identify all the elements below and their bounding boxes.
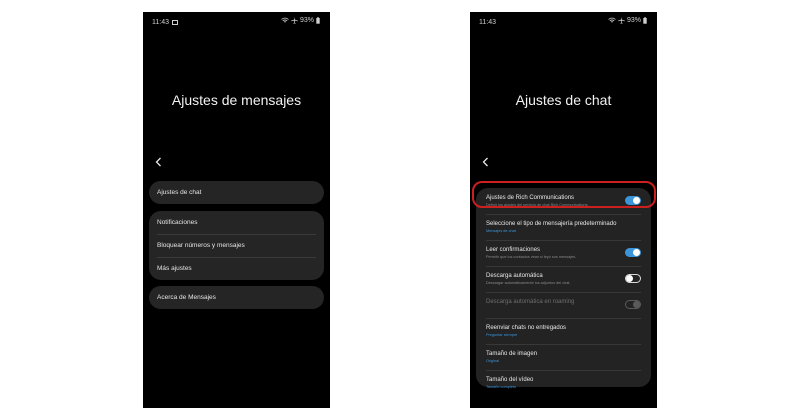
battery-icon [316, 17, 320, 24]
setting-value: Original [486, 359, 500, 363]
menu-item-block-numbers[interactable]: Bloquear números y mensajes [149, 234, 324, 257]
highlight-annotation [472, 181, 656, 208]
auto-download-roaming-toggle [625, 300, 641, 309]
toggle-knob [633, 301, 640, 308]
settings-group-about: Acerca de Mensajes [149, 286, 324, 309]
setting-resend-undelivered[interactable]: Reenviar chats no entregados Preguntar s… [476, 318, 651, 344]
setting-title: Tamaño de imagen [486, 351, 538, 357]
phone-screen-chat-settings: 11:43 93% Ajustes de chat Ajustes de Ric… [470, 12, 657, 408]
setting-auto-download[interactable]: Descarga automática Descargar automática… [476, 266, 651, 292]
status-time: 11:43 [479, 19, 496, 26]
wifi-icon [608, 17, 616, 23]
status-bar: 11:43 93% [143, 12, 330, 32]
page-title: Ajustes de mensajes [171, 92, 302, 108]
setting-title: Descarga automática en roaming [486, 299, 575, 305]
page-title: Ajustes de chat [515, 92, 612, 108]
battery-percentage: 93% [299, 17, 314, 24]
read-receipts-toggle[interactable] [625, 248, 641, 257]
menu-item-more-settings[interactable]: Más ajustes [149, 257, 324, 280]
menu-item-about-messages[interactable]: Acerca de Mensajes [149, 286, 324, 309]
setting-read-receipts[interactable]: Leer confirmaciones Permitir que los con… [476, 240, 651, 266]
airplane-icon [290, 17, 298, 24]
back-arrow-icon[interactable] [153, 156, 165, 168]
setting-title: Tamaño del vídeo [486, 377, 534, 383]
setting-auto-download-roaming: Descarga automática en roaming [476, 292, 651, 318]
setting-image-size[interactable]: Tamaño de imagen Original [476, 344, 651, 370]
back-arrow-icon[interactable] [480, 156, 492, 168]
toggle-knob [626, 275, 633, 282]
airplane-icon [617, 17, 625, 24]
status-bar: 11:43 93% [470, 12, 657, 32]
wifi-icon [281, 17, 289, 23]
setting-default-messaging-type[interactable]: Seleccione el tipo de mensajería predete… [476, 214, 651, 240]
menu-item-notifications[interactable]: Notificaciones [149, 211, 324, 234]
setting-title: Leer confirmaciones [486, 247, 541, 253]
battery-icon [643, 17, 647, 24]
setting-value: Preguntar siempre [486, 333, 518, 337]
toggle-knob [633, 249, 640, 256]
chat-settings-list: Ajustes de Rich Communications Definir l… [476, 188, 651, 389]
menu-item-chat-settings[interactable]: Ajustes de chat [149, 181, 324, 204]
setting-title: Reenviar chats no entregados [486, 325, 567, 331]
battery-percentage: 93% [626, 17, 641, 24]
auto-download-toggle[interactable] [625, 274, 641, 283]
setting-value: Mensajes de chat [486, 229, 516, 233]
gallery-icon [172, 20, 178, 25]
setting-title: Descarga automática [486, 273, 543, 279]
setting-video-size[interactable]: Tamaño del vídeo Tamaño completo [476, 370, 651, 396]
setting-title: Seleccione el tipo de mensajería predete… [486, 221, 617, 227]
setting-subtitle: Descargar automáticamente los adjuntos d… [486, 281, 571, 285]
settings-group-chat: Ajustes de chat [149, 181, 324, 204]
settings-group-general: Notificaciones Bloquear números y mensaj… [149, 211, 324, 280]
setting-value: Tamaño completo [486, 385, 516, 389]
phone-screen-message-settings: 11:43 93% Ajustes de mensajes Ajustes de… [143, 12, 330, 408]
setting-subtitle: Permitir que los contactos vean si leyó … [486, 255, 577, 259]
status-time: 11:43 [152, 19, 169, 26]
